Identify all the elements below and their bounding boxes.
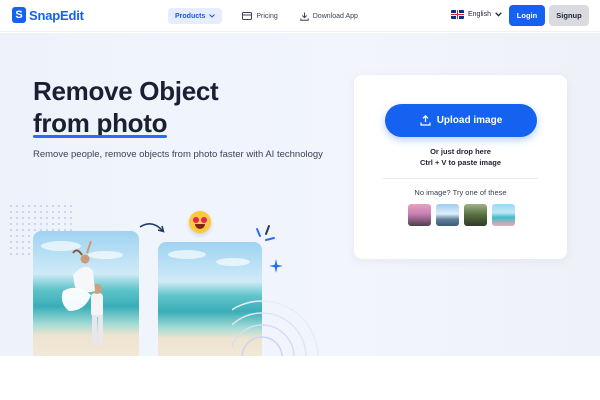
login-button[interactable]: Login (509, 5, 545, 26)
chevron-down-icon (495, 12, 502, 17)
language-label: English (468, 11, 491, 18)
sample-images-list (408, 204, 515, 226)
sample-image-3[interactable] (464, 204, 487, 226)
hero-subtitle: Remove people, remove objects from photo… (33, 149, 323, 160)
snapedit-logo[interactable]: S SnapEdit (12, 7, 84, 23)
download-icon (300, 12, 309, 21)
nav-download-app[interactable]: Download App (292, 8, 366, 24)
pricing-card-icon (242, 12, 253, 20)
language-selector[interactable]: English (451, 10, 502, 19)
uk-flag-icon (451, 10, 464, 19)
logo-icon: S (12, 7, 26, 23)
nav-pricing[interactable]: Pricing (234, 8, 285, 24)
signup-button[interactable]: Signup (549, 5, 589, 26)
headline-line-1: Remove Object (33, 76, 219, 106)
before-photo (33, 231, 139, 356)
sparkle-icon (256, 225, 275, 241)
upload-image-button[interactable]: Upload image (385, 104, 537, 137)
main-nav: Products Pricing Download App (168, 8, 366, 24)
arrow-icon (139, 223, 165, 233)
paste-hint: Ctrl + V to paste image (419, 158, 502, 167)
headline-line-2: from photo (33, 108, 168, 138)
upload-card: Upload image Or just drop here Ctrl + V … (354, 75, 567, 259)
emoji-icon (189, 211, 211, 233)
sparkle-icon (269, 259, 283, 273)
chevron-down-icon (209, 14, 216, 18)
below-hero-area (0, 356, 600, 400)
logo-text: SnapEdit (29, 7, 84, 23)
card-divider (383, 178, 538, 179)
top-navigation-bar: S SnapEdit Products Pricing Download App… (0, 0, 600, 32)
sample-image-2[interactable] (436, 204, 459, 226)
nav-pricing-label: Pricing (256, 12, 278, 20)
hero-section: Remove Object from photo Remove people, … (0, 33, 600, 356)
nav-products-dropdown[interactable]: Products (168, 8, 223, 24)
nav-download-label: Download App (312, 12, 358, 20)
sample-image-4[interactable] (492, 204, 515, 226)
upload-image-label: Upload image (436, 115, 503, 126)
couple-figure (61, 240, 103, 345)
drop-hint: Or just drop here (430, 147, 491, 156)
sample-image-1[interactable] (408, 204, 431, 226)
nav-products-label: Products (175, 12, 206, 20)
page-headline: Remove Object from photo (33, 75, 219, 139)
decorative-rings (232, 300, 319, 356)
upload-icon (420, 115, 431, 126)
sample-images-label: No image? Try one of these (414, 188, 507, 197)
